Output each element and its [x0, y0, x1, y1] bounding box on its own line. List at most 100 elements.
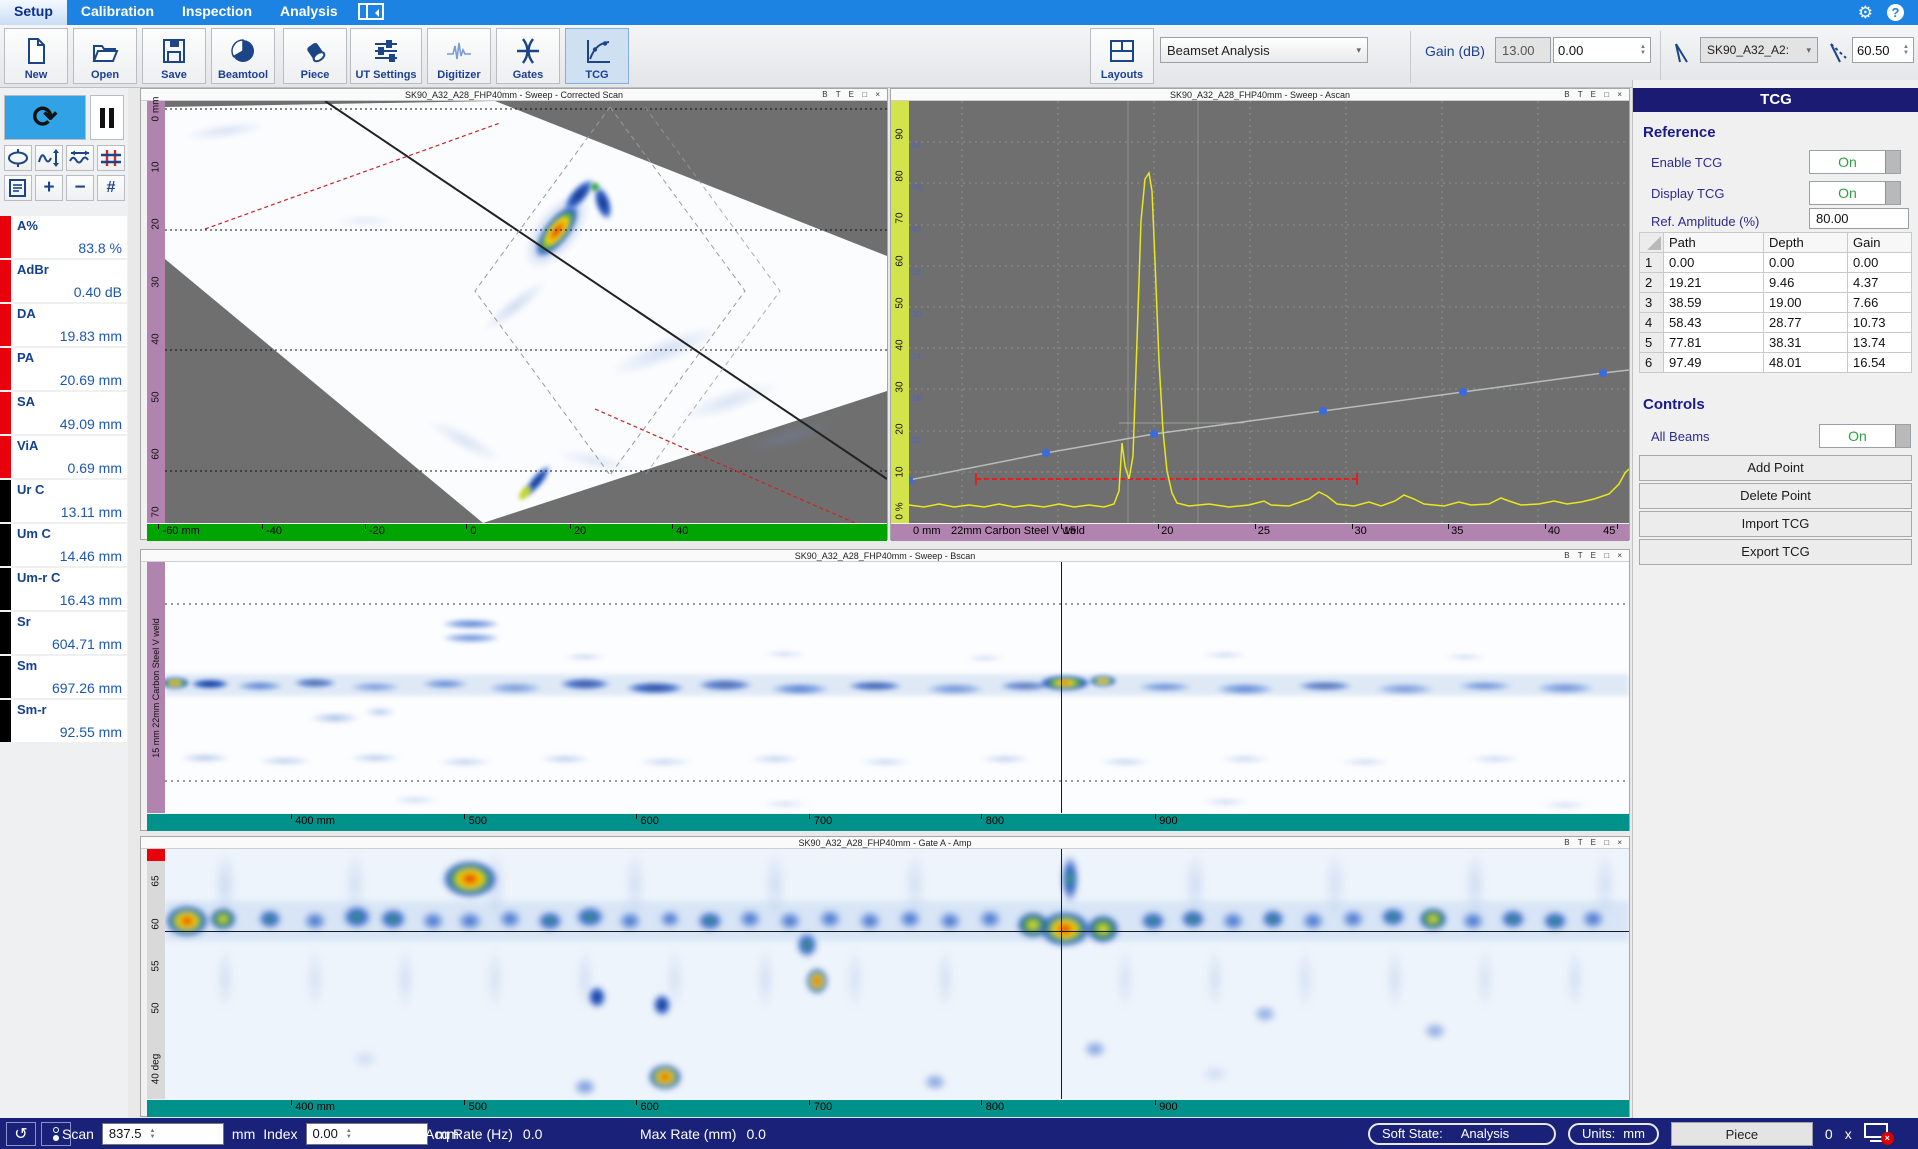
ut-settings-button[interactable]: UT Settings: [350, 28, 422, 84]
display-tcg-toggle[interactable]: On: [1809, 181, 1901, 205]
connection-status[interactable]: ×: [1864, 1123, 1894, 1145]
ascan-plot[interactable]: 54 48 42 36 30 24 18 12 6: [909, 101, 1629, 523]
index-spinner[interactable]: ▲▼: [346, 1128, 352, 1140]
readout-DA[interactable]: DA19.83 mm: [0, 304, 127, 346]
window-buttons[interactable]: B T E □ ×: [1564, 837, 1625, 849]
beamset-analysis-select[interactable]: Beamset Analysis ▾: [1160, 37, 1368, 63]
readout-UmC[interactable]: Um C14.46 mm: [0, 524, 127, 566]
wave-tool-button[interactable]: [66, 145, 94, 171]
toggle-grip[interactable]: [1885, 182, 1900, 204]
time-tick-label: 36: [912, 268, 921, 277]
piece-button[interactable]: Piece: [283, 28, 347, 84]
amplitude-tool-button[interactable]: [35, 145, 63, 171]
toggle-grip[interactable]: [1885, 151, 1900, 173]
zoom-out-button[interactable]: −: [66, 175, 94, 201]
table-row[interactable]: 219.219.464.37: [1640, 273, 1912, 293]
delete-point-button[interactable]: Delete Point: [1639, 483, 1912, 509]
import-tcg-button[interactable]: Import TCG: [1639, 511, 1912, 537]
angle-spinner[interactable]: ▲▼: [1903, 44, 1909, 56]
tcg-button[interactable]: TCG: [565, 28, 629, 84]
table-row[interactable]: 697.4948.0116.54: [1640, 353, 1912, 373]
layouts-icon: [1107, 36, 1137, 66]
view-title: SK90_A32_A28_FHP40mm - Sweep - Ascan: [891, 89, 1629, 101]
readout-ViA[interactable]: ViA0.69 mm: [0, 436, 127, 478]
scan-spinner[interactable]: ▲▼: [149, 1128, 155, 1140]
gate-amp-image[interactable]: [165, 849, 1629, 1099]
table-row[interactable]: 338.5919.007.66: [1640, 293, 1912, 313]
status-bar: ↺ Scan 837.5 ▲▼ mm Index 0.00 ▲▼ mm Acq …: [0, 1118, 1918, 1149]
time-tick-label: 12: [912, 436, 921, 445]
maximize-icon: □: [862, 90, 870, 99]
open-button[interactable]: Open: [73, 28, 137, 84]
save-button[interactable]: Save: [142, 28, 206, 84]
readout-Sr[interactable]: Sr604.71 mm: [0, 612, 127, 654]
tab-inspection[interactable]: Inspection: [168, 0, 266, 25]
readout-color-bar: [0, 436, 11, 478]
table-row[interactable]: 577.8138.3113.74: [1640, 333, 1912, 353]
window-buttons[interactable]: B T E □ ×: [1564, 89, 1625, 101]
readout-color-bar: [0, 480, 11, 522]
new-button[interactable]: New: [4, 28, 68, 84]
readout-Sm[interactable]: Sm697.26 mm: [0, 656, 127, 698]
chevron-down-icon[interactable]: ▾: [1806, 45, 1811, 56]
controls-heading: Controls: [1643, 396, 1705, 413]
close-icon: ×: [1617, 90, 1625, 99]
reset-button[interactable]: ↺: [6, 1122, 36, 1146]
readout-Um-rC[interactable]: Um-r C16.43 mm: [0, 568, 127, 610]
gain-spinner[interactable]: ▲▼: [1640, 44, 1646, 56]
beam-select[interactable]: SK90_A32_A2: ▾: [1700, 37, 1818, 63]
tab-calibration[interactable]: Calibration: [67, 0, 168, 25]
readout-AdBr[interactable]: AdBr0.40 dB: [0, 260, 127, 302]
add-point-button[interactable]: Add Point: [1639, 455, 1912, 481]
zoom-in-button[interactable]: +: [35, 175, 63, 201]
readout-Sm-r[interactable]: Sm-r92.55 mm: [0, 700, 127, 742]
bscan-image[interactable]: [165, 562, 1629, 813]
tab-setup[interactable]: Setup: [0, 0, 67, 25]
readout-A%[interactable]: A%83.8 %: [0, 216, 127, 258]
report-button[interactable]: [4, 175, 32, 201]
acquisition-sync-button[interactable]: ⟳: [4, 95, 86, 140]
tcg-points-table: Path Depth Gain 10.000.000.00 219.219.46…: [1639, 232, 1912, 373]
layouts-button[interactable]: Layouts: [1090, 28, 1154, 84]
gear-icon[interactable]: ⚙: [1858, 3, 1873, 23]
window-buttons[interactable]: B T E □ ×: [822, 89, 883, 101]
soft-state-indicator[interactable]: Soft State: Analysis: [1368, 1123, 1556, 1145]
table-header-row: Path Depth Gain: [1640, 233, 1912, 253]
piece-button[interactable]: Piece: [1671, 1122, 1813, 1146]
beam-angle-input[interactable]: 60.50 ▲▼: [1852, 37, 1914, 63]
close-icon: ×: [875, 90, 883, 99]
scan-position-input[interactable]: 837.5 ▲▼: [102, 1123, 224, 1145]
grid-icon: [100, 149, 122, 167]
readout-PA[interactable]: PA20.69 mm: [0, 348, 127, 390]
scan-cursor-line[interactable]: [1061, 849, 1062, 1099]
collapse-panel-icon[interactable]: [358, 3, 384, 20]
export-tcg-button[interactable]: Export TCG: [1639, 539, 1912, 565]
readout-UrC[interactable]: Ur C13.11 mm: [0, 480, 127, 522]
index-position-input[interactable]: 0.00 ▲▼: [306, 1123, 428, 1145]
gates-button[interactable]: Gates: [496, 28, 560, 84]
table-row[interactable]: 10.000.000.00: [1640, 253, 1912, 273]
sector-scan-image[interactable]: [165, 101, 887, 523]
left-sidebar: ⟳ + − # A%83.8 % AdBr0.40 dB DA19.83 mm …: [0, 88, 128, 1118]
toggle-grip[interactable]: [1895, 425, 1910, 447]
digitizer-button[interactable]: Digitizer: [427, 28, 491, 84]
envelope-tool-button[interactable]: [4, 145, 32, 171]
gain-input[interactable]: 0.00 ▲▼: [1553, 37, 1651, 63]
tab-analysis[interactable]: Analysis: [266, 0, 352, 25]
table-row[interactable]: 458.4328.7710.73: [1640, 313, 1912, 333]
grid-tool-button[interactable]: [97, 145, 125, 171]
table-corner-cell[interactable]: [1640, 233, 1664, 253]
units-indicator[interactable]: Units: mm: [1568, 1123, 1659, 1145]
beamtool-button[interactable]: Beamtool: [211, 28, 275, 84]
value-display-button[interactable]: #: [97, 175, 125, 201]
all-beams-toggle[interactable]: On: [1819, 424, 1911, 448]
pause-button[interactable]: [90, 95, 124, 140]
angle-cursor-line[interactable]: [165, 931, 1629, 932]
scan-cursor-line[interactable]: [1061, 562, 1062, 813]
readout-SA[interactable]: SA49.09 mm: [0, 392, 127, 434]
help-icon[interactable]: ?: [1887, 4, 1904, 21]
enable-tcg-toggle[interactable]: On: [1809, 150, 1901, 174]
window-buttons[interactable]: B T E □ ×: [1564, 550, 1625, 562]
chevron-down-icon[interactable]: ▾: [1356, 45, 1361, 56]
ref-amplitude-input[interactable]: 80.00: [1809, 208, 1909, 229]
